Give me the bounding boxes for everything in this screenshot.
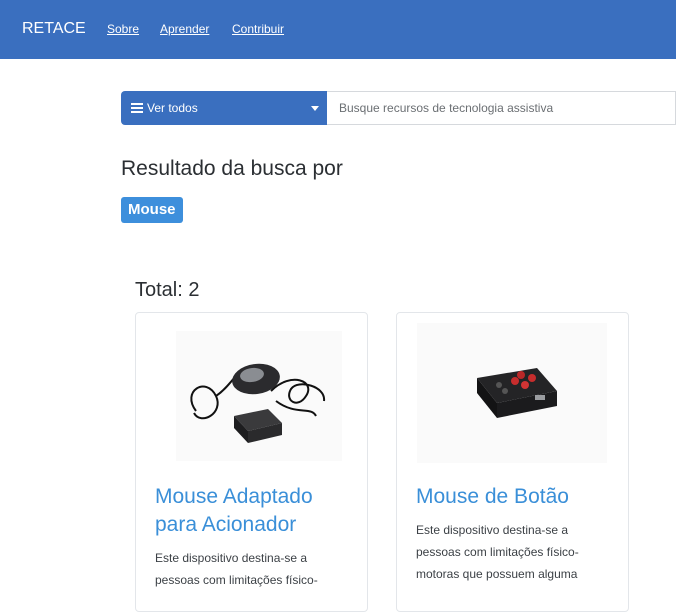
query-badge: Mouse <box>121 197 183 223</box>
nav-link-contribuir[interactable]: Contribuir <box>232 22 284 36</box>
results-total: Total: 2 <box>135 279 200 301</box>
chevron-down-icon <box>311 106 319 111</box>
card-description: Este dispositivo destina-se a pessoas co… <box>155 551 318 587</box>
card-title[interactable]: Mouse de Botão <box>416 483 616 511</box>
nav-link-sobre[interactable]: Sobre <box>107 22 139 36</box>
result-card-mouse-de-botao[interactable]: Mouse de Botão Este dispositivo destina-… <box>396 312 629 612</box>
nav-link-aprender[interactable]: Aprender <box>160 22 209 36</box>
category-filter-label: Ver todos <box>147 101 198 115</box>
brand-logo[interactable]: RETACE <box>22 20 86 38</box>
results-heading: Resultado da busca por <box>121 157 343 180</box>
product-image-mouse-de-botao <box>417 323 607 463</box>
category-filter-dropdown[interactable]: Ver todos <box>121 91 327 125</box>
navbar: RETACE Sobre Aprender Contribuir <box>0 0 676 59</box>
search-input[interactable] <box>327 91 676 125</box>
button-mouse-box-picture <box>477 368 557 418</box>
card-description: Este dispositivo destina-se a pessoas co… <box>416 523 579 581</box>
mouse-with-switch-picture <box>190 363 326 443</box>
product-image-mouse-adaptado <box>176 331 342 461</box>
list-icon <box>131 103 143 113</box>
result-card-mouse-adaptado[interactable]: Mouse Adaptado para Acionador Este dispo… <box>135 312 368 612</box>
card-title[interactable]: Mouse Adaptado para Acionador <box>155 483 355 539</box>
